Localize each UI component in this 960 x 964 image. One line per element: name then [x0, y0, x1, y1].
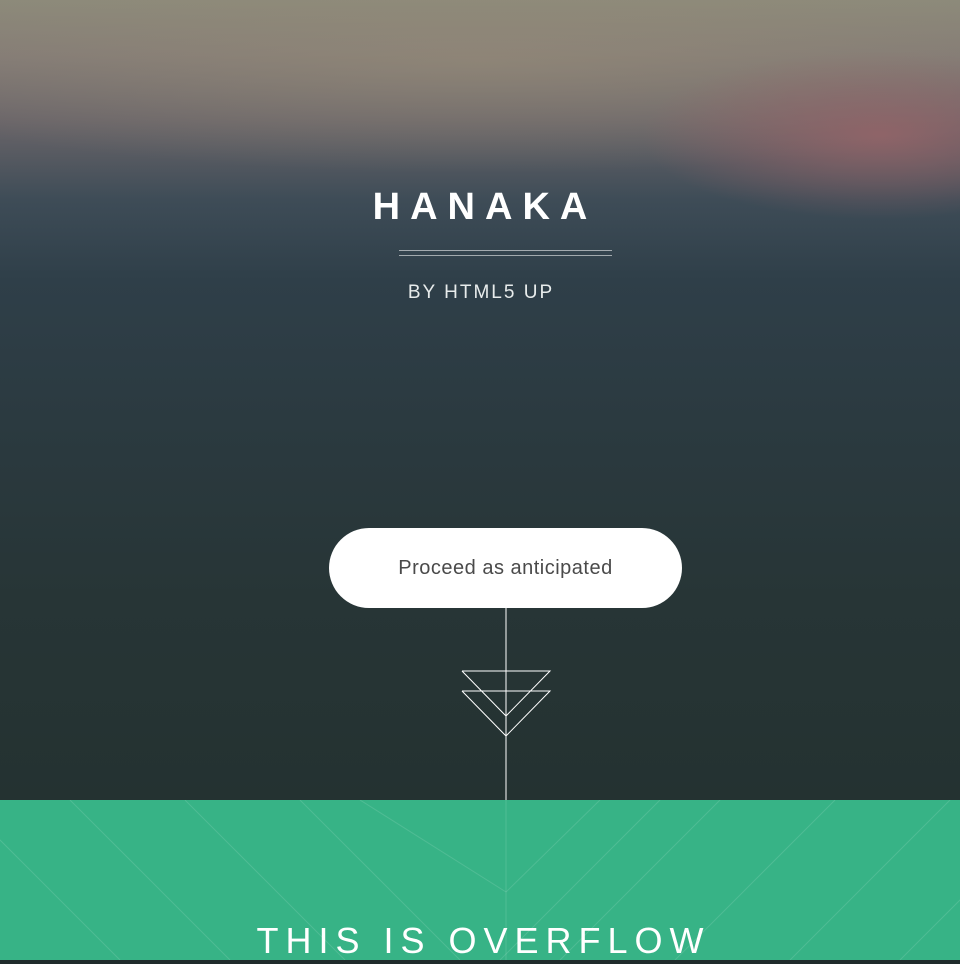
hero-banner: HANAKA BY HTML5 UP Proceed as anticipate… — [0, 0, 960, 800]
title-divider-top — [399, 250, 612, 251]
title-divider-bottom — [399, 255, 612, 256]
proceed-button[interactable]: Proceed as anticipated — [329, 528, 682, 608]
site-title: HANAKA — [372, 186, 598, 228]
double-chevron-down-icon[interactable] — [450, 608, 562, 800]
section-heading: THIS IS OVERFLOW — [256, 920, 711, 961]
site-byline: BY HTML5 UP — [407, 282, 555, 303]
